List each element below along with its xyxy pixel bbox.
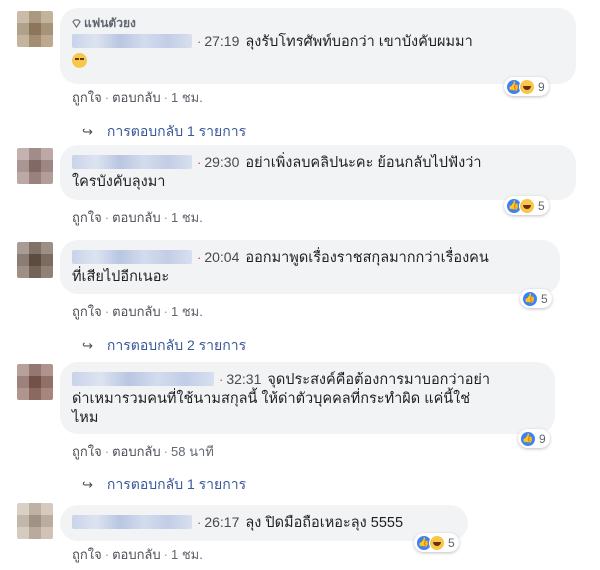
- reply-link[interactable]: ตอบกลับ: [112, 304, 161, 319]
- reply-link[interactable]: ตอบกลับ: [112, 90, 161, 105]
- comment-text-line-1: จุดประสงค์คือต้องการมาบอกว่าอย่า: [267, 372, 491, 388]
- commenter-name[interactable]: [72, 250, 192, 264]
- time-ago[interactable]: 1 ชม.: [171, 90, 203, 105]
- avatar[interactable]: [17, 148, 53, 184]
- timestamp-link[interactable]: 26:17: [204, 514, 239, 530]
- comment-text-line-1: อย่าเพิ่งลบคลิปนะคะ ย้อนกลับไปฟังว่า: [245, 155, 482, 171]
- commenter-name[interactable]: [72, 372, 214, 386]
- replies-count[interactable]: การตอบกลับ 1 รายการ: [107, 474, 246, 496]
- reaction-count: 5: [538, 198, 545, 213]
- diamond-icon: [72, 19, 81, 28]
- comment-text: ลุงรับโทรศัพท์บอกว่า เขาบังคับผมมา: [245, 34, 473, 50]
- reaction-count: 5: [448, 535, 455, 550]
- comment-actions: ถูกใจ · ตอบกลับ · 1 ชม.: [72, 210, 203, 225]
- comment-actions: ถูกใจ · ตอบกลับ · 58 นาที: [72, 444, 214, 459]
- reply-arrow-icon: ↪: [82, 338, 93, 353]
- separator-dot: ·: [197, 515, 202, 530]
- weary-face-emoji-icon: [72, 53, 87, 68]
- comment-bubble: · 29:30 อย่าเพิ่งลบคลิปนะคะ ย้อนกลับไปฟังว…: [60, 145, 576, 200]
- view-replies-link[interactable]: ↪ การตอบกลับ 1 รายการ: [82, 474, 246, 496]
- reaction-count: 5: [541, 291, 548, 306]
- reply-link[interactable]: ตอบกลับ: [112, 210, 161, 225]
- like-reaction-icon: 👍: [520, 430, 536, 447]
- reaction-summary[interactable]: 👍 5: [414, 533, 459, 552]
- reply-arrow-icon: ↪: [82, 124, 93, 139]
- avatar[interactable]: [17, 364, 53, 400]
- like-reaction-icon: 👍: [522, 290, 538, 307]
- fan-badge: แฟนตัวยง: [72, 15, 564, 31]
- haha-reaction-icon: [429, 534, 445, 551]
- replies-count[interactable]: การตอบกลับ 2 รายการ: [107, 335, 246, 357]
- comment-actions: ถูกใจ · ตอบกลับ · 1 ชม.: [72, 304, 203, 319]
- separator-dot: ·: [197, 155, 202, 170]
- comment-actions: ถูกใจ · ตอบกลับ · 1 ชม.: [72, 547, 203, 562]
- comment-text-line-2: ที่เสียไปอีกเนอะ: [72, 269, 170, 285]
- comment-actions: ถูกใจ · ตอบกลับ · 1 ชม.: [72, 90, 203, 105]
- view-replies-link[interactable]: ↪ การตอบกลับ 1 รายการ: [82, 121, 246, 143]
- timestamp-link[interactable]: 32:31: [226, 371, 261, 387]
- commenter-name[interactable]: [72, 515, 192, 529]
- comment-bubble: แฟนตัวยง · 27:19 ลุงรับโทรศัพท์บอกว่า เขาบ…: [60, 8, 576, 84]
- like-link[interactable]: ถูกใจ: [72, 210, 102, 225]
- reaction-count: 9: [539, 431, 546, 446]
- timestamp-link[interactable]: 27:19: [204, 33, 239, 49]
- comment-text-line-1: ออกมาพูดเรื่องราชสกุลมากกว่าเรื่องคน: [245, 250, 489, 266]
- like-link[interactable]: ถูกใจ: [72, 547, 102, 562]
- commenter-name[interactable]: [72, 155, 192, 169]
- reply-arrow-icon: ↪: [82, 477, 93, 492]
- like-link[interactable]: ถูกใจ: [72, 304, 102, 319]
- reaction-count: 9: [538, 79, 545, 94]
- time-ago[interactable]: 1 ชม.: [171, 304, 203, 319]
- reply-link[interactable]: ตอบกลับ: [112, 547, 161, 562]
- avatar[interactable]: [17, 11, 53, 47]
- comment-bubble: · 32:31 จุดประสงค์คือต้องการมาบอกว่าอย่า ด…: [60, 362, 555, 434]
- comment-text-line-2: ใครบังคับลุงมา: [72, 174, 166, 190]
- reaction-summary[interactable]: 👍 5: [520, 289, 552, 308]
- commenter-name[interactable]: [72, 34, 192, 48]
- avatar[interactable]: [17, 242, 53, 278]
- reply-link[interactable]: ตอบกลับ: [112, 444, 161, 459]
- comment-text: ลุง ปิดมือถือเหอะลุง 5555: [245, 515, 404, 531]
- avatar[interactable]: [17, 503, 53, 539]
- comment-bubble: · 26:17 ลุง ปิดมือถือเหอะลุง 5555: [60, 505, 468, 541]
- haha-reaction-icon: [519, 78, 535, 95]
- like-link[interactable]: ถูกใจ: [72, 90, 102, 105]
- reaction-summary[interactable]: 👍 5: [504, 196, 549, 215]
- time-ago[interactable]: 1 ชม.: [171, 547, 203, 562]
- time-ago[interactable]: 1 ชม.: [171, 210, 203, 225]
- replies-count[interactable]: การตอบกลับ 1 รายการ: [107, 121, 246, 143]
- view-replies-link[interactable]: ↪ การตอบกลับ 2 รายการ: [82, 335, 246, 357]
- separator-dot: ·: [219, 372, 224, 387]
- time-ago[interactable]: 58 นาที: [171, 444, 214, 459]
- fan-badge-label: แฟนตัวยง: [84, 16, 136, 30]
- comment-text-line-2: ด่าเหมารวมคนที่ใช้นามสกุลนี้ ให้ด่าตัวบุ…: [72, 391, 471, 407]
- comment-text-line-3: ไหม: [72, 410, 99, 426]
- reaction-summary[interactable]: 👍 9: [518, 429, 550, 448]
- timestamp-link[interactable]: 20:04: [204, 249, 239, 265]
- like-link[interactable]: ถูกใจ: [72, 444, 102, 459]
- timestamp-link[interactable]: 29:30: [204, 154, 239, 170]
- comment-bubble: · 20:04 ออกมาพูดเรื่องราชสกุลมากกว่าเรื่อง…: [60, 240, 560, 294]
- haha-reaction-icon: [519, 197, 535, 214]
- reaction-summary[interactable]: 👍 9: [504, 77, 549, 96]
- separator-dot: ·: [197, 250, 202, 265]
- separator-dot: ·: [197, 34, 202, 49]
